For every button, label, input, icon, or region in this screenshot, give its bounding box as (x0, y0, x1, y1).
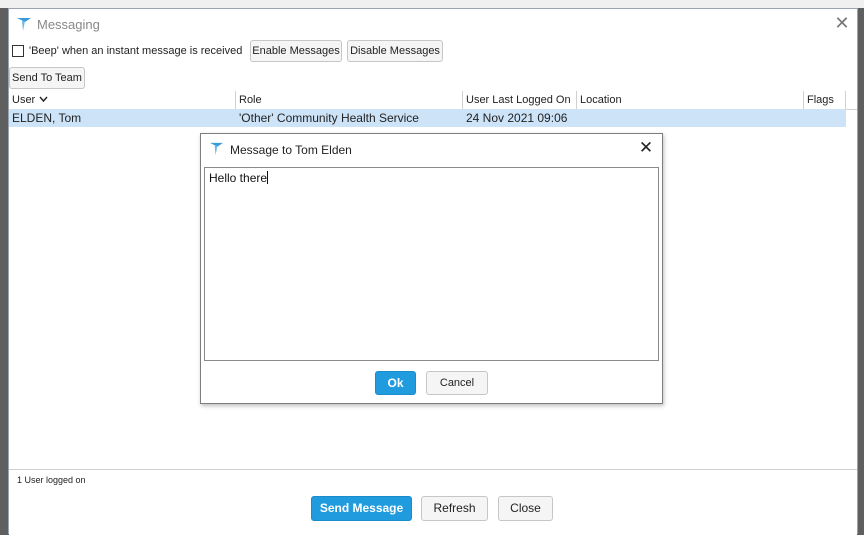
title-bar: Messaging ✕ (9, 9, 857, 39)
chevron-down-icon (39, 91, 48, 109)
message-text: Hello there (209, 171, 268, 185)
status-bar: 1 User logged on (9, 469, 857, 488)
column-header-label: Flags (807, 94, 834, 106)
text-caret (267, 171, 269, 184)
disable-messages-button[interactable]: Disable Messages (347, 40, 443, 62)
message-input[interactable]: Hello there (204, 167, 659, 361)
column-header-label: User Last Logged On (466, 94, 571, 106)
status-text: 1 User logged on (17, 475, 86, 485)
table-row[interactable]: ELDEN, Tom 'Other' Community Health Serv… (9, 109, 846, 127)
send-to-team-button[interactable]: Send To Team (9, 67, 85, 89)
close-icon[interactable]: ✕ (638, 139, 654, 156)
cell-location (577, 109, 804, 127)
column-header-flags[interactable]: Flags (804, 91, 846, 109)
cell-flags (804, 109, 846, 127)
column-header-label: User (12, 94, 36, 106)
cell-user: ELDEN, Tom (12, 111, 82, 125)
cell-last-logged-on: 24 Nov 2021 09:06 (466, 111, 568, 125)
column-header-label: Location (580, 94, 622, 106)
background-strip (0, 0, 864, 8)
refresh-button[interactable]: Refresh (421, 496, 488, 521)
column-header-last-logged-on[interactable]: User Last Logged On (463, 91, 577, 109)
close-button[interactable]: Close (498, 496, 553, 521)
ok-button[interactable]: Ok (375, 371, 416, 395)
cancel-button[interactable]: Cancel (426, 371, 488, 395)
column-header-role[interactable]: Role (236, 91, 463, 109)
app-logo-icon (16, 16, 32, 32)
column-header-label: Role (239, 94, 262, 106)
message-dialog: Message to Tom Elden ✕ Hello there Ok Ca… (200, 133, 663, 404)
send-message-button[interactable]: Send Message (311, 496, 412, 521)
beep-checkbox[interactable] (12, 45, 24, 57)
table-header: User Role User Last Logged On Location F… (9, 91, 857, 110)
enable-messages-button[interactable]: Enable Messages (250, 40, 342, 62)
close-icon[interactable]: ✕ (833, 14, 851, 32)
dialog-title: Message to Tom Elden (230, 143, 352, 157)
column-header-user[interactable]: User (9, 91, 236, 109)
window-title: Messaging (37, 17, 100, 32)
cell-role: 'Other' Community Health Service (239, 111, 419, 125)
column-header-location[interactable]: Location (577, 91, 804, 109)
app-logo-icon (209, 141, 224, 156)
button-bar: Send Message Refresh Close (9, 487, 857, 535)
beep-label: 'Beep' when an instant message is receiv… (29, 45, 243, 57)
